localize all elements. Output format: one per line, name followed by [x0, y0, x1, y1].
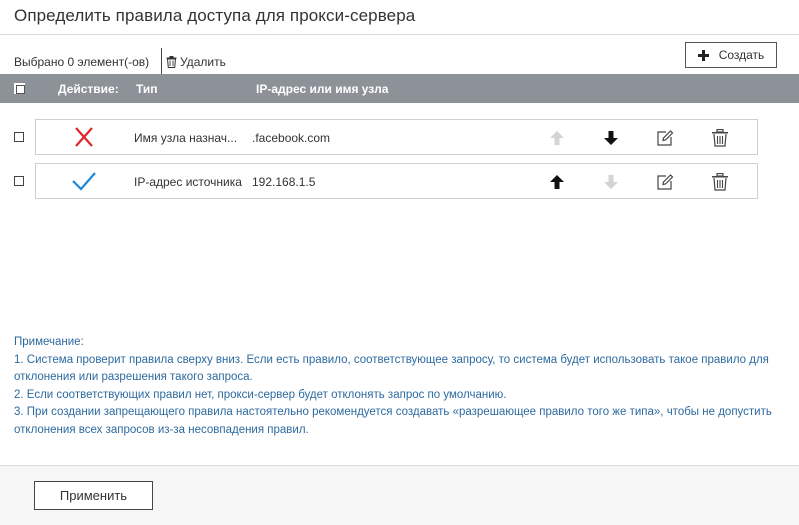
- blue-check-icon: [72, 172, 96, 191]
- rule-address: 192.168.1.5: [252, 175, 316, 189]
- table-row[interactable]: Имя узла назнач... .facebook.com: [35, 119, 758, 155]
- title-divider: [0, 34, 799, 35]
- note-line: 1. Система проверит правила сверху вниз.…: [14, 353, 769, 384]
- plus-icon: [697, 49, 709, 61]
- header-type: Тип: [136, 82, 158, 96]
- header-address: IP-адрес или имя узла: [256, 82, 389, 96]
- rule-type: Имя узла назнач...: [134, 131, 238, 145]
- trash-icon[interactable]: [711, 129, 729, 147]
- rule-address: .facebook.com: [252, 131, 331, 145]
- toolbar-separator: [161, 48, 162, 74]
- red-cross-icon: [75, 127, 93, 147]
- note-line: 2. Если соответствующих правил нет, прок…: [14, 388, 507, 401]
- edit-icon[interactable]: [656, 173, 674, 191]
- delete-button[interactable]: Удалить: [166, 55, 226, 69]
- rule-type: IP-адрес источника: [134, 175, 242, 189]
- row-checkbox[interactable]: [14, 132, 24, 142]
- delete-label: Удалить: [180, 55, 226, 69]
- arrow-up-icon[interactable]: [548, 173, 566, 191]
- table-row[interactable]: IP-адрес источника 192.168.1.5: [35, 163, 758, 199]
- select-all-checkbox[interactable]: [14, 83, 25, 94]
- table-header: Действие: Тип IP-адрес или имя узла: [0, 74, 799, 103]
- trash-icon[interactable]: [711, 173, 729, 191]
- trash-icon: [166, 56, 177, 68]
- arrow-down-icon[interactable]: [602, 129, 620, 147]
- create-label: Создать: [718, 48, 765, 62]
- note-line: 3. При создании запрещающего правила нас…: [14, 406, 772, 436]
- edit-icon[interactable]: [656, 129, 674, 147]
- apply-button[interactable]: Применить: [34, 481, 153, 510]
- note-block: Примечание: 1. Система проверит правила …: [14, 334, 799, 439]
- page-title: Определить правила доступа для прокси-се…: [14, 6, 416, 25]
- note-heading: Примечание:: [14, 336, 84, 348]
- header-action: Действие:: [58, 82, 119, 96]
- arrow-up-icon: [550, 131, 564, 145]
- selected-count: Выбрано 0 элемент(-ов): [14, 55, 150, 69]
- create-button[interactable]: Создать: [685, 42, 777, 68]
- row-checkbox[interactable]: [14, 176, 24, 186]
- arrow-down-icon: [604, 175, 618, 189]
